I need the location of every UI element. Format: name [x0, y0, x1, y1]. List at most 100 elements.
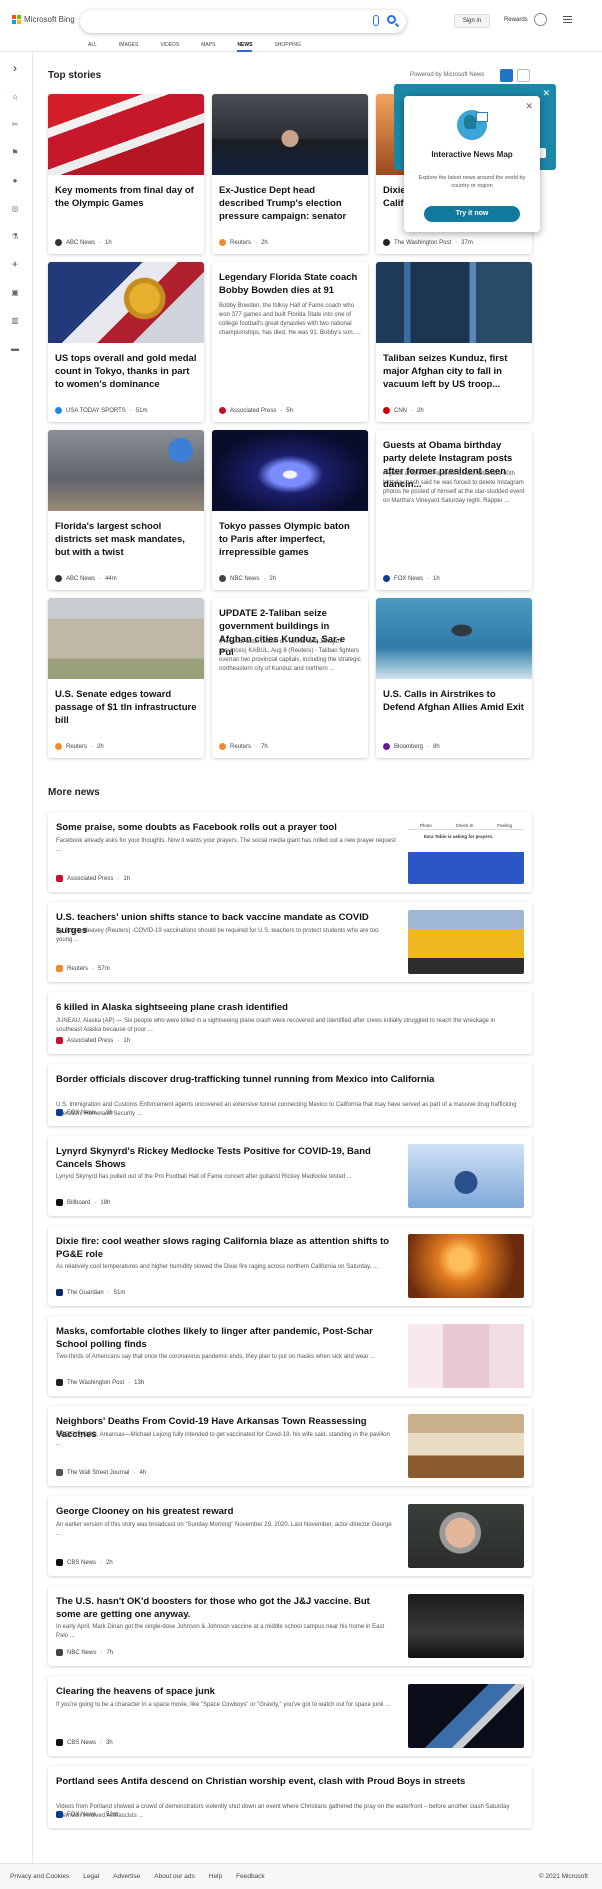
news-row[interactable]: U.S. teachers' union shifts stance to ba… [48, 902, 532, 982]
news-thumbnail[interactable] [408, 1504, 524, 1568]
source-name[interactable]: ABC News [66, 240, 95, 246]
story-title[interactable]: Tokyo passes Olympic baton to Paris afte… [219, 520, 361, 559]
footer-link[interactable]: Legal [83, 1873, 99, 1880]
source-name[interactable]: FOX News [394, 576, 423, 582]
story-image[interactable] [212, 430, 368, 511]
close-icon[interactable]: ✕ [542, 88, 550, 99]
story-source[interactable]: Bloomberg · 8h [383, 743, 440, 750]
microphone-icon[interactable] [373, 15, 379, 26]
source-name[interactable]: Bloomberg [394, 744, 423, 750]
story-card[interactable]: Florida's largest school districts set m… [48, 430, 204, 590]
news-row[interactable]: Clearing the heavens of space junk If you… [48, 1676, 532, 1756]
close-icon[interactable]: ✕ [525, 101, 533, 112]
news-title[interactable]: 6 killed in Alaska sightseeing plane cra… [56, 1001, 522, 1014]
story-image[interactable] [48, 598, 204, 679]
news-source[interactable]: Reuters · 57m [56, 965, 110, 972]
story-title[interactable]: Key moments from final day of the Olympi… [55, 184, 197, 210]
source-name[interactable]: Reuters [67, 966, 88, 972]
source-name[interactable]: Associated Press [67, 1038, 113, 1044]
news-thumbnail[interactable] [408, 1234, 524, 1298]
news-row[interactable]: The U.S. hasn't OK'd boosters for those … [48, 1586, 532, 1666]
story-card[interactable]: Taliban seizes Kunduz, first major Afgha… [376, 262, 532, 422]
story-card[interactable]: Legendary Florida State coach Bobby Bowd… [212, 262, 368, 422]
news-thumbnail[interactable] [408, 1414, 524, 1478]
source-name[interactable]: Billboard [67, 1200, 90, 1206]
source-name[interactable]: CBS News [67, 1740, 96, 1746]
news-source[interactable]: Associated Press · 1h [56, 1037, 130, 1044]
money-icon[interactable]: ▬ [10, 343, 20, 353]
search-input[interactable] [80, 10, 406, 33]
story-image[interactable] [48, 94, 204, 175]
news-row[interactable]: Masks, comfortable clothes likely to lin… [48, 1316, 532, 1396]
news-thumbnail[interactable] [408, 1594, 524, 1658]
story-image[interactable] [376, 262, 532, 343]
story-card[interactable]: Ex-Justice Dept head described Trump's e… [212, 94, 368, 254]
footer-link[interactable]: Feedback [236, 1873, 265, 1880]
science-icon[interactable]: ⚗ [10, 231, 20, 241]
footer-link[interactable]: Privacy and Cookies [10, 1873, 69, 1880]
bing-logo[interactable]: Microsoft Bing [12, 15, 75, 24]
news-thumbnail[interactable]: Photo Check In Feeling Ezra Tobin is asking… [408, 820, 524, 884]
story-source[interactable]: CNN · 2h [383, 407, 424, 414]
news-title[interactable]: Masks, comfortable clothes likely to lin… [56, 1325, 396, 1351]
sports-icon[interactable]: ✂ [10, 119, 20, 129]
news-row[interactable]: Some praise, some doubts as Facebook rol… [48, 812, 532, 892]
business-icon[interactable]: ▥ [10, 315, 20, 325]
news-row[interactable]: Portland sees Antifa descend on Christia… [48, 1766, 532, 1828]
news-title[interactable]: Portland sees Antifa descend on Christia… [56, 1775, 522, 1788]
story-card[interactable]: Guests at Obama birthday party delete In… [376, 430, 532, 590]
news-title[interactable]: Clearing the heavens of space junk [56, 1685, 396, 1698]
location-icon[interactable]: ● [10, 175, 20, 185]
source-name[interactable]: ABC News [66, 576, 95, 582]
tab-news[interactable]: NEWS [237, 42, 253, 52]
entertainment-icon[interactable]: ▣ [10, 287, 20, 297]
map-view-icon[interactable] [517, 69, 530, 82]
world-icon[interactable]: ◎ [10, 203, 20, 213]
news-title[interactable]: Border officials discover drug-trafficki… [56, 1073, 522, 1086]
tab-all[interactable]: ALL [88, 42, 97, 52]
source-name[interactable]: Reuters [230, 240, 251, 246]
news-thumbnail[interactable] [408, 1684, 524, 1748]
story-title[interactable]: Taliban seizes Kunduz, first major Afgha… [383, 352, 525, 391]
story-card[interactable]: U.S. Senate edges toward passage of $1 t… [48, 598, 204, 758]
source-name[interactable]: Associated Press [230, 408, 276, 414]
story-title[interactable]: U.S. Calls in Airstrikes to Defend Afgha… [383, 688, 525, 714]
story-source[interactable]: Reuters · 2h [55, 743, 104, 750]
story-source[interactable]: FOX News · 1h [383, 575, 440, 582]
home-icon[interactable]: ⌂ [10, 91, 20, 101]
story-source[interactable]: Associated Press · 5h [219, 407, 293, 414]
expand-icon[interactable]: › [10, 61, 20, 75]
news-source[interactable]: Associated Press · 1h [56, 875, 130, 882]
search-icon[interactable] [387, 15, 396, 24]
news-source[interactable]: CBS News · 3h [56, 1739, 113, 1746]
source-name[interactable]: The Wall Street Journal [67, 1470, 129, 1476]
story-source[interactable]: The Washington Post · 37m [383, 239, 473, 246]
story-source[interactable]: ABC News · 1h [55, 239, 112, 246]
tab-maps[interactable]: MAPS [201, 42, 215, 52]
news-title[interactable]: Dixie fire: cool weather slows raging Ca… [56, 1235, 396, 1261]
story-image[interactable] [212, 94, 368, 175]
tab-shopping[interactable]: SHOPPING [274, 42, 300, 52]
news-source[interactable]: FOX News · 52m [56, 1811, 118, 1818]
hamburger-menu-icon[interactable] [563, 16, 572, 25]
source-name[interactable]: The Washington Post [67, 1380, 124, 1386]
story-source[interactable]: Reuters · 7h [219, 743, 268, 750]
rocket-icon[interactable]: ✈ [10, 259, 20, 269]
source-name[interactable]: FOX News [67, 1110, 96, 1116]
story-title[interactable]: U.S. Senate edges toward passage of $1 t… [55, 688, 197, 727]
story-source[interactable]: USA TODAY SPORTS · 51m [55, 407, 147, 414]
source-name[interactable]: NBC News [67, 1650, 96, 1656]
source-name[interactable]: USA TODAY SPORTS [66, 408, 126, 414]
source-name[interactable]: CNN [394, 408, 407, 414]
news-title[interactable]: George Clooney on his greatest reward [56, 1505, 396, 1518]
story-title[interactable]: Legendary Florida State coach Bobby Bowd… [219, 271, 361, 297]
source-name[interactable]: The Guardian [67, 1290, 104, 1296]
grid-view-icon[interactable] [500, 69, 513, 82]
story-title[interactable]: Ex-Justice Dept head described Trump's e… [219, 184, 361, 223]
news-row[interactable]: Neighbors' Deaths From Covid-19 Have Ark… [48, 1406, 532, 1486]
story-card[interactable]: Key moments from final day of the Olympi… [48, 94, 204, 254]
news-row[interactable]: Border officials discover drug-trafficki… [48, 1064, 532, 1126]
news-source[interactable]: Billboard · 18h [56, 1199, 110, 1206]
source-name[interactable]: Reuters [66, 744, 87, 750]
news-source[interactable]: The Washington Post · 13h [56, 1379, 144, 1386]
